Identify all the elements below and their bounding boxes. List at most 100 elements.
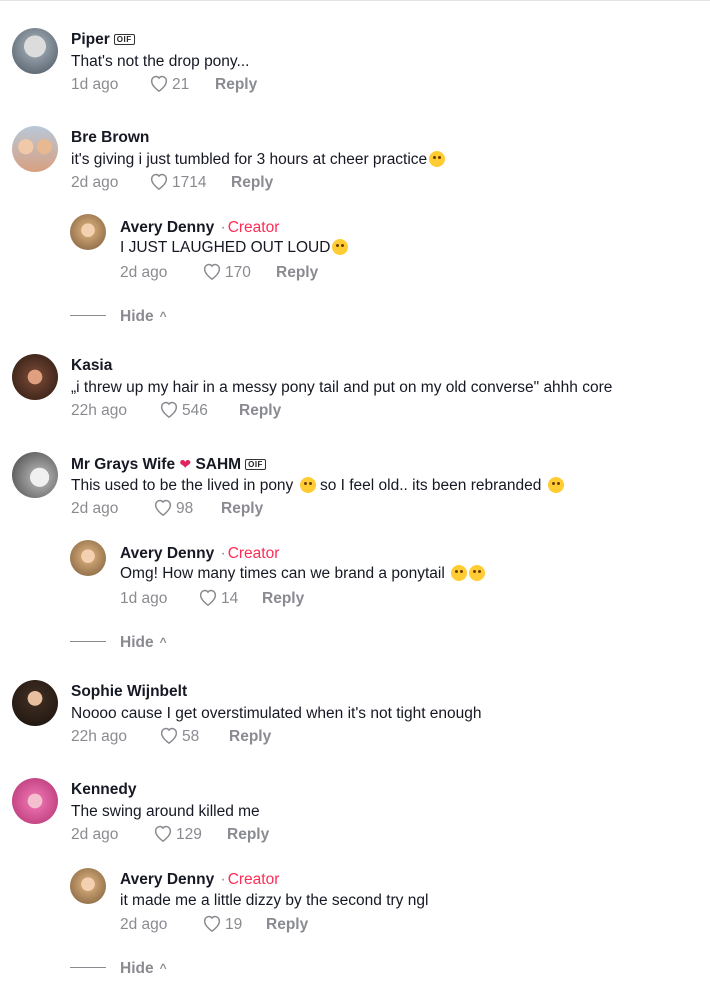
like-button[interactable]: 58 [159,726,229,747]
reply-meta: 2d ago 170 Reply [120,262,318,283]
woozy-emoji-icon [469,565,486,581]
divider-line [70,967,106,968]
reply-button[interactable]: Reply [221,500,263,517]
timestamp: 2d ago [71,500,119,517]
comment-author[interactable]: Kasia [71,356,112,376]
like-button[interactable]: 14 [198,588,262,609]
like-count: 58 [182,728,200,745]
top-divider [0,0,710,1]
reply-button[interactable]: Reply [227,826,269,843]
crying-emoji-icon [547,477,564,493]
flag-badge-icon: OIF [245,459,266,470]
hide-replies-button[interactable]: Hide ^ [70,632,167,653]
like-count: 129 [176,826,202,843]
creator-badge: Creator [227,545,280,562]
like-count: 546 [182,402,208,419]
chevron-up-icon: ^ [159,635,167,649]
heart-outline-icon [160,401,178,419]
reply-author[interactable]: Avery Denny · Creator [120,870,279,890]
like-button[interactable]: 546 [159,400,239,421]
avatar[interactable] [12,354,58,400]
heart-outline-icon [150,173,168,191]
chevron-up-icon: ^ [159,961,167,975]
like-count: 14 [221,590,239,607]
reply-button[interactable]: Reply [215,76,257,93]
avatar[interactable] [12,452,58,498]
divider-line [70,315,106,316]
avatar[interactable] [70,540,106,576]
like-button[interactable]: 19 [202,914,266,935]
sweat-smile-emoji-icon [299,477,316,493]
timestamp: 2d ago [120,264,168,281]
reply-author[interactable]: Avery Denny · Creator [120,218,279,238]
avatar[interactable] [70,868,106,904]
comment-meta: 2d ago 129 Reply [71,824,269,845]
reply-button[interactable]: Reply [262,590,304,607]
creator-badge: Creator [227,219,280,236]
reply-button[interactable]: Reply [229,728,271,745]
reply-button[interactable]: Reply [239,402,281,419]
heart-outline-icon [150,75,168,93]
comment-author[interactable]: Bre Brown [71,128,149,148]
comment-text: „i threw up my hair in a messy pony tail… [71,379,613,396]
like-count: 98 [176,500,194,517]
like-button[interactable]: 21 [149,74,215,95]
comment-text: The swing around killed me [71,803,260,820]
comment-meta: 22h ago 546 Reply [71,400,281,421]
creator-badge: Creator [227,871,280,888]
avatar[interactable] [12,778,58,824]
reply-button[interactable]: Reply [266,916,308,933]
like-count: 170 [225,264,251,281]
like-button[interactable]: 129 [153,824,227,845]
like-button[interactable]: 1714 [149,172,231,193]
like-count: 21 [172,76,190,93]
reply-button[interactable]: Reply [276,264,318,281]
timestamp: 1d ago [120,590,168,607]
comment-meta: 2d ago 98 Reply [71,498,263,519]
flag-badge-icon: OIF [113,34,135,45]
avatar[interactable] [12,680,58,726]
like-count: 1714 [172,174,207,191]
reply-text: Omg! How many times can we brand a ponyt… [120,564,486,584]
red-heart-emoji-icon: ❤ [179,456,192,472]
chevron-up-icon: ^ [159,309,167,323]
reply-text: it made me a little dizzy by the second … [120,892,429,909]
heart-outline-icon [203,263,221,281]
divider-line [70,641,106,642]
heart-outline-icon [203,915,221,933]
comment-author[interactable]: Mr Grays Wife ❤ SAHM OIF [71,454,266,475]
reply-meta: 2d ago 19 Reply [120,914,308,935]
heart-outline-icon [154,499,172,517]
like-button[interactable]: 98 [153,498,221,519]
hide-replies-button[interactable]: Hide ^ [70,306,167,327]
heart-outline-icon [154,825,172,843]
comment-meta: 22h ago 58 Reply [71,726,271,747]
reply-meta: 1d ago 14 Reply [120,588,304,609]
timestamp: 22h ago [71,728,128,745]
comment-text: This used to be the lived in pony so I f… [71,476,564,496]
comment-author[interactable]: Sophie Wijnbelt [71,682,187,702]
timestamp: 2d ago [71,826,119,843]
timestamp: 22h ago [71,402,128,419]
timestamp: 2d ago [71,174,119,191]
hide-replies-button[interactable]: Hide ^ [70,958,167,979]
reply-author[interactable]: Avery Denny · Creator [120,544,279,564]
avatar[interactable] [12,126,58,172]
timestamp: 2d ago [120,916,168,933]
like-count: 19 [225,916,243,933]
comment-text: That's not the drop pony... [71,53,250,70]
comment-meta: 1d ago 21 Reply [71,74,257,95]
heart-eyes-emoji-icon [429,151,446,167]
reply-button[interactable]: Reply [231,174,273,191]
comment-meta: 2d ago 1714 Reply [71,172,273,193]
comment-author[interactable]: Piper OIF [71,30,135,50]
avatar[interactable] [12,28,58,74]
comment-text: it's giving i just tumbled for 3 hours a… [71,150,446,170]
heart-outline-icon [199,589,217,607]
avatar[interactable] [70,214,106,250]
comment-author[interactable]: Kennedy [71,780,136,800]
like-button[interactable]: 170 [202,262,276,283]
comment-text: Noooo cause I get overstimulated when it… [71,705,482,722]
timestamp: 1d ago [71,76,119,93]
woozy-emoji-icon [451,565,468,581]
